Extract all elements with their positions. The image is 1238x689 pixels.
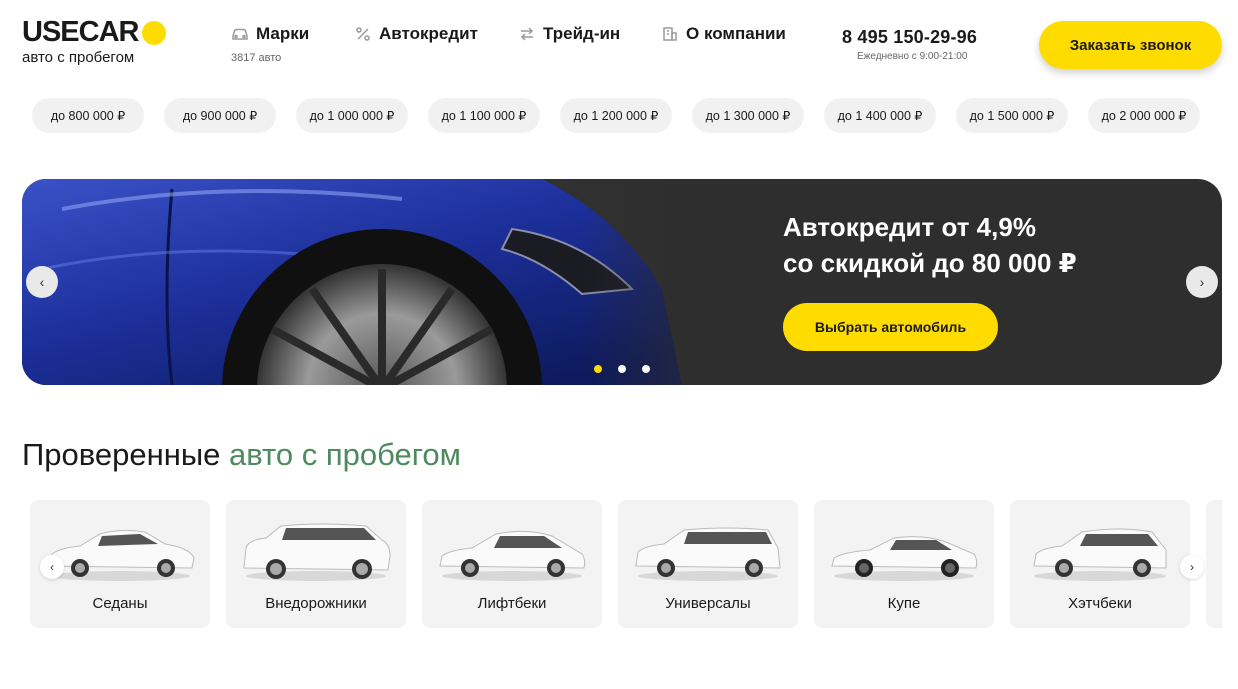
liftback-image	[439, 530, 586, 581]
body-type-card-liftback[interactable]: Лифтбеки	[422, 500, 602, 628]
section-title-plain: Проверенные	[22, 437, 221, 472]
hatchback-image	[1033, 528, 1167, 581]
body-type-card-suv[interactable]: Внедорожники	[226, 500, 406, 628]
price-chip[interactable]: до 1 000 000 ₽	[296, 98, 408, 133]
chevron-left-icon: ‹	[39, 274, 45, 290]
nav-brands[interactable]: Марки	[231, 24, 309, 44]
logo-tagline: авто с пробегом	[22, 49, 135, 66]
nav-autocredit-label: Автокредит	[379, 24, 478, 43]
body-type-card-next-partial[interactable]	[1206, 500, 1222, 628]
slide-indicators	[594, 365, 650, 373]
slide-dot[interactable]	[618, 365, 626, 373]
price-chip[interactable]: до 2 000 000 ₽	[1088, 98, 1200, 133]
promo-banner: Автокредит от 4,9% со скидкой до 80 000 …	[22, 179, 1222, 385]
price-chip[interactable]: до 1 200 000 ₽	[560, 98, 672, 133]
logo-text: USECAR	[22, 16, 139, 48]
price-chip[interactable]: до 1 400 000 ₽	[824, 98, 936, 133]
price-chip[interactable]: до 800 000 ₽	[32, 98, 144, 133]
body-type-card-coupe[interactable]: Купе	[814, 500, 994, 628]
cards-prev-button[interactable]: ‹	[40, 555, 64, 579]
section-title-accent: авто с пробегом	[229, 437, 461, 472]
building-icon	[661, 25, 679, 43]
body-type-label: Купе	[887, 595, 921, 612]
percent-icon	[354, 25, 372, 43]
chevron-left-icon: ‹	[50, 560, 54, 574]
suv-image	[243, 523, 391, 581]
logo[interactable]: USECAR авто с пробегом	[22, 16, 167, 66]
body-type-carousel: Седаны Внедорожники Лифтбеки Универсалы …	[30, 500, 1222, 628]
banner-prev-button[interactable]: ‹	[26, 266, 58, 298]
banner-next-button[interactable]: ›	[1186, 266, 1218, 298]
coupe-image	[831, 536, 978, 581]
nav-about-label: О компании	[686, 24, 786, 43]
price-chip[interactable]: до 1 300 000 ₽	[692, 98, 804, 133]
body-type-label: Седаны	[92, 595, 148, 612]
banner-title-line2: со скидкой до 80 000 ₽	[783, 248, 1077, 278]
body-type-label: Хэтчбеки	[1068, 595, 1132, 612]
slide-dot-active[interactable]	[594, 365, 602, 373]
nav-about[interactable]: О компании	[661, 24, 786, 44]
body-type-card-wagon[interactable]: Универсалы	[618, 500, 798, 628]
wagon-image	[635, 527, 781, 581]
banner-title-line1: Автокредит от 4,9%	[783, 212, 1036, 242]
price-chip[interactable]: до 1 100 000 ₽	[428, 98, 540, 133]
working-hours: Ежедневно с 9:00-21:00	[857, 51, 968, 62]
cars-count: 3817 авто	[231, 52, 282, 64]
section-title: Проверенные авто с пробегом	[22, 437, 461, 473]
swap-arrows-icon	[518, 25, 536, 43]
body-type-label: Универсалы	[665, 595, 751, 612]
sedan-image	[47, 529, 195, 581]
slide-dot[interactable]	[642, 365, 650, 373]
car-icon	[231, 25, 249, 43]
request-call-button[interactable]: Заказать звонок	[1039, 21, 1222, 69]
banner-fade	[582, 179, 762, 385]
body-type-label: Внедорожники	[265, 595, 367, 612]
price-chip[interactable]: до 1 500 000 ₽	[956, 98, 1068, 133]
nav-autocredit[interactable]: Автокредит	[354, 24, 478, 44]
nav-tradein-label: Трейд-ин	[543, 24, 621, 43]
body-type-label: Лифтбеки	[477, 595, 547, 612]
body-type-card-hatchback[interactable]: Хэтчбеки	[1010, 500, 1190, 628]
nav-brands-label: Марки	[256, 24, 310, 43]
chevron-right-icon: ›	[1199, 274, 1205, 290]
nav-tradein[interactable]: Трейд-ин	[518, 24, 620, 44]
logo-dot-icon	[142, 20, 167, 45]
price-chip[interactable]: до 900 000 ₽	[164, 98, 276, 133]
choose-car-button[interactable]: Выбрать автомобиль	[783, 303, 998, 351]
banner-title: Автокредит от 4,9% со скидкой до 80 000 …	[783, 209, 1077, 281]
logo-wordmark: USECAR	[22, 16, 167, 48]
cards-next-button[interactable]: ›	[1180, 555, 1204, 579]
price-filter-chips: до 800 000 ₽ до 900 000 ₽ до 1 000 000 ₽…	[32, 98, 1200, 133]
phone-number[interactable]: 8 495 150-29-96	[842, 27, 977, 48]
chevron-right-icon: ›	[1190, 560, 1194, 574]
